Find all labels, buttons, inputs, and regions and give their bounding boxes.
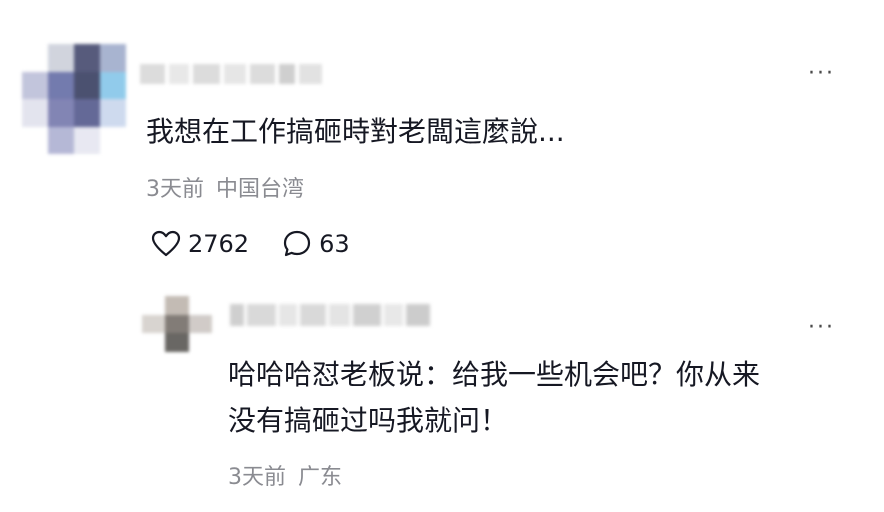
reply-text-line: 没有搞砸过吗我就问！ xyxy=(228,404,509,437)
heart-outline-icon xyxy=(150,228,182,260)
comment-time: 3天前 xyxy=(146,177,204,202)
comment-actions: 2762 63 xyxy=(150,226,350,262)
reply-text-line: 哈哈哈怼老板说：给我一些机会吧？你从来 xyxy=(228,358,761,391)
reply-time: 3天前 xyxy=(228,465,286,490)
reply-avatar[interactable] xyxy=(142,296,212,352)
reply-username-blurred[interactable] xyxy=(230,298,430,332)
comment-meta: 3天前 中国台湾 xyxy=(146,173,304,207)
more-options-button[interactable]: ··· xyxy=(808,60,848,88)
username-blurred[interactable] xyxy=(140,62,322,86)
reply-location: 广东 xyxy=(298,465,343,490)
reply-count: 63 xyxy=(319,230,350,258)
reply-meta: 3天前 广东 xyxy=(228,461,342,495)
speech-bubble-icon xyxy=(281,228,313,260)
reply-button[interactable]: 63 xyxy=(281,228,350,260)
reply-text: 哈哈哈怼老板说：给我一些机会吧？你从来 没有搞砸过吗我就问！ xyxy=(228,352,868,444)
reply-more-options-button[interactable]: ··· xyxy=(808,314,848,342)
like-button[interactable]: 2762 xyxy=(150,228,249,260)
comment-location: 中国台湾 xyxy=(216,177,305,202)
avatar[interactable] xyxy=(22,44,126,154)
like-count: 2762 xyxy=(188,230,250,258)
comment-text: 我想在工作搞砸時對老闆這麼說... xyxy=(146,115,565,148)
